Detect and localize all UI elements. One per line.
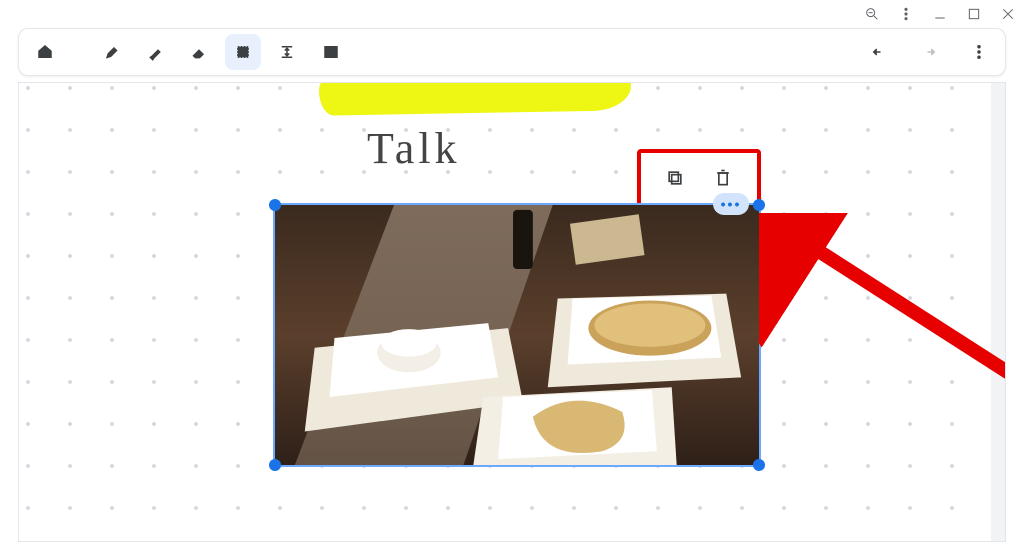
pen-button[interactable]	[93, 34, 129, 70]
toolbar-overflow-button[interactable]	[961, 34, 997, 70]
resize-handle-bottom-right[interactable]	[753, 459, 765, 471]
canvas[interactable]: Talk	[18, 82, 1006, 542]
close-icon[interactable]	[1000, 6, 1016, 22]
insert-image-button[interactable]	[313, 34, 349, 70]
highlighter-button[interactable]	[137, 34, 173, 70]
handwriting-text: Talk	[367, 123, 461, 174]
main-toolbar	[18, 28, 1006, 76]
fit-image-button[interactable]	[269, 34, 305, 70]
lasso-select-button[interactable]	[225, 34, 261, 70]
resize-handle-bottom-left[interactable]	[269, 459, 281, 471]
redo-button[interactable]	[911, 34, 947, 70]
home-button[interactable]	[27, 34, 63, 70]
image-content	[275, 205, 759, 465]
selected-image[interactable]: •••	[273, 203, 761, 467]
maximize-icon[interactable]	[966, 6, 982, 22]
image-more-button[interactable]: •••	[713, 193, 749, 215]
resize-handle-top-right[interactable]	[753, 199, 765, 211]
eraser-button[interactable]	[181, 34, 217, 70]
undo-button[interactable]	[861, 34, 897, 70]
kebab-icon[interactable]	[898, 6, 914, 22]
copy-button[interactable]	[661, 164, 689, 192]
delete-button[interactable]	[709, 164, 737, 192]
scrollbar[interactable]	[991, 83, 1005, 541]
zoom-out-icon[interactable]	[864, 6, 880, 22]
minimize-icon[interactable]	[932, 6, 948, 22]
window-bar	[0, 0, 1024, 28]
highlighter-stroke	[319, 82, 632, 116]
resize-handle-top-left[interactable]	[269, 199, 281, 211]
